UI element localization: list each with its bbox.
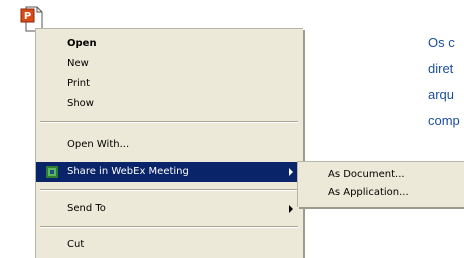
menu-item-label: Share in WebEx Meeting [67, 166, 189, 177]
webex-icon [46, 166, 58, 178]
menu-item-cut[interactable]: Cut [36, 235, 302, 255]
menu-item-new[interactable]: New [36, 54, 302, 74]
background-text-line: Os c [428, 35, 455, 50]
menu-item-label: Open [67, 38, 97, 49]
menu-item-print[interactable]: Print [36, 74, 302, 94]
menu-item-label: Cut [67, 239, 85, 250]
submenu-item-label: As Document... [328, 169, 405, 180]
menu-item-label: Print [67, 78, 91, 89]
menu-separator [40, 121, 298, 123]
webex-submenu: As Document... As Application... [297, 161, 464, 207]
background-text-line: diret [428, 61, 454, 76]
menu-item-open[interactable]: Open [36, 34, 302, 54]
menu-item-send-to[interactable]: Send To [36, 199, 302, 219]
menu-item-label: New [67, 58, 89, 69]
submenu-arrow-icon [289, 205, 293, 213]
background-text-line: comp [428, 113, 460, 128]
svg-text:P: P [24, 11, 31, 22]
submenu-arrow-icon [289, 168, 293, 176]
menu-item-label: Open With... [67, 139, 130, 150]
menu-separator [40, 189, 298, 191]
submenu-item-as-application[interactable]: As Application... [298, 183, 464, 203]
context-menu: Open New Print Show Open With... Share i… [35, 28, 303, 258]
menu-item-open-with[interactable]: Open With... [36, 135, 302, 155]
submenu-item-as-document[interactable]: As Document... [298, 165, 464, 185]
menu-item-label: Send To [67, 203, 106, 214]
submenu-item-label: As Application... [328, 187, 409, 198]
background-text-line: arqu [428, 87, 455, 102]
menu-item-show[interactable]: Show [36, 94, 302, 114]
menu-separator [40, 226, 298, 228]
menu-item-label: Show [67, 98, 94, 109]
menu-item-share-in-webex[interactable]: Share in WebEx Meeting [36, 162, 302, 182]
